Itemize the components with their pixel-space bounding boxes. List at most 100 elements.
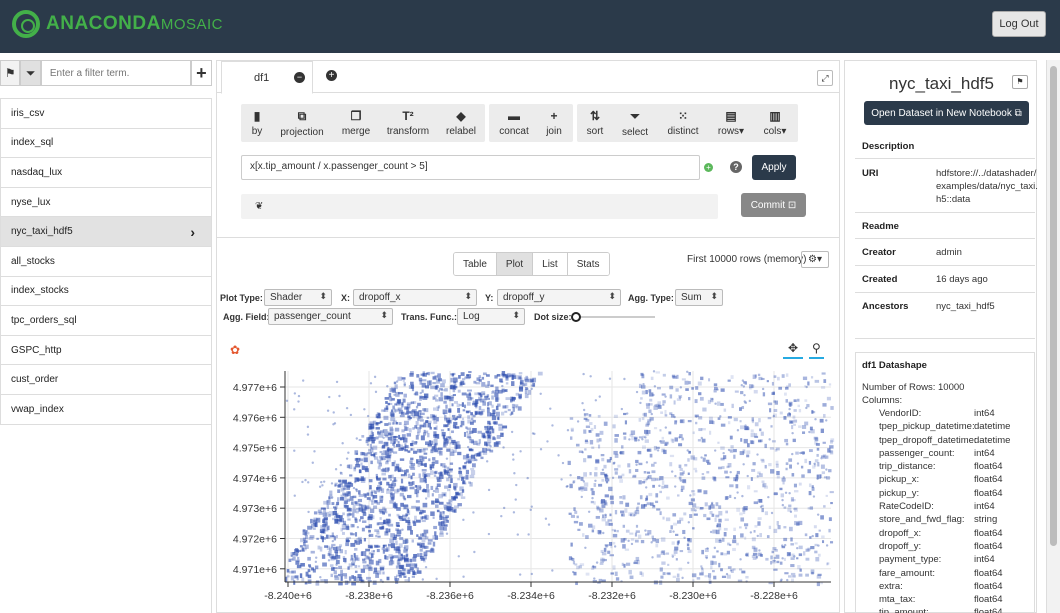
wheel-zoom-icon[interactable]: ⚲	[809, 341, 824, 359]
tab-plot[interactable]: Plot	[496, 253, 534, 275]
funnel-filter-button[interactable]: ⏷	[20, 60, 41, 86]
sidebar-item[interactable]: cust_order	[0, 365, 212, 395]
tab-df1[interactable]: df1 −	[221, 61, 313, 94]
flag-filter-button[interactable]: ⚑	[0, 60, 21, 86]
pan-tool-icon[interactable]: ✥	[783, 341, 804, 359]
x-select[interactable]: dropoff_x	[353, 289, 477, 306]
density-cell	[406, 407, 410, 412]
density-point	[315, 556, 318, 559]
sidebar-item[interactable]: nyc_taxi_hdf5 ›	[0, 217, 212, 247]
tab-table[interactable]: Table	[454, 253, 497, 275]
density-cell	[790, 557, 795, 560]
density-cell	[758, 418, 761, 423]
relabel-button[interactable]: ◆ relabel	[439, 104, 483, 142]
projection-button[interactable]: ⧉ projection	[275, 104, 329, 142]
trans-func-select[interactable]: Log	[457, 308, 525, 325]
density-point	[341, 442, 344, 445]
density-cell	[807, 381, 810, 386]
scrollbar-thumb[interactable]	[1050, 66, 1057, 546]
sidebar-item[interactable]: iris_csv	[0, 99, 212, 129]
select-button[interactable]: ⏷ select	[617, 104, 653, 142]
dataset-sidebar: ⚑ ⏷ + iris_csvindex_sqlnasdaq_luxnyse_lu…	[0, 60, 212, 613]
density-cell	[584, 448, 587, 451]
sidebar-item[interactable]: index_sql	[0, 128, 212, 159]
bokeh-logo-icon[interactable]: ✿	[230, 343, 240, 357]
density-cell	[701, 428, 706, 431]
merge-button[interactable]: ❐ merge	[335, 104, 377, 142]
density-cell	[381, 455, 386, 461]
anaconda-mosaic-logo[interactable]: ANACONDAMOSAIC	[12, 10, 223, 38]
density-point	[369, 382, 373, 385]
dot-size-slider[interactable]	[575, 316, 655, 318]
agg-field-select[interactable]: passenger_count	[268, 308, 393, 325]
detail-row-created: Created 16 days ago	[855, 266, 1035, 293]
density-cell	[660, 411, 664, 414]
density-point	[423, 480, 426, 483]
settings-dropdown[interactable]: ⚙▾	[801, 251, 829, 268]
projection-label: projection	[280, 126, 324, 138]
add-dataset-button[interactable]: +	[190, 60, 212, 86]
density-cell	[403, 393, 407, 398]
density-cell	[646, 429, 651, 434]
density-cell	[733, 417, 738, 422]
density-cell	[391, 560, 395, 565]
density-cell	[724, 518, 729, 522]
distinct-button[interactable]: ⁙ distinct	[661, 104, 705, 142]
density-cell	[641, 374, 645, 379]
rows-dropdown[interactable]: ▤ rows▾	[713, 104, 749, 142]
cols-dropdown[interactable]: ▥ cols▾	[757, 104, 793, 142]
density-cell	[829, 445, 834, 449]
commit-button[interactable]: Commit ⊡	[741, 193, 806, 217]
plot-type-select[interactable]: Shader	[264, 289, 332, 306]
page-scrollbar[interactable]	[1046, 60, 1060, 613]
filter-input[interactable]	[40, 60, 191, 86]
density-cell	[419, 424, 424, 428]
tab-stats[interactable]: Stats	[567, 253, 609, 275]
tab-list[interactable]: List	[533, 253, 568, 275]
sidebar-item[interactable]: GSPC_http	[0, 335, 212, 366]
dot-size-handle[interactable]	[571, 312, 581, 322]
density-cell	[796, 557, 799, 560]
density-cell	[378, 440, 383, 444]
density-cell	[466, 427, 472, 431]
density-cell	[797, 564, 801, 570]
expression-input[interactable]: x[x.tip_amount / x.passenger_count > 5]	[241, 155, 700, 180]
close-tab-icon[interactable]: −	[294, 72, 305, 83]
y-select[interactable]: dropoff_y	[497, 289, 621, 306]
column-name: pickup_y:	[879, 487, 920, 499]
density-cell	[301, 577, 305, 582]
agg-type-select[interactable]: Sum	[675, 289, 723, 306]
logout-button[interactable]: Log Out	[992, 11, 1046, 37]
density-cell	[664, 443, 668, 446]
density-cell	[685, 388, 689, 391]
density-cell	[815, 556, 820, 562]
density-cell	[374, 490, 377, 494]
join-button[interactable]: + join	[539, 104, 569, 142]
sidebar-item[interactable]: vwap_index	[0, 394, 212, 425]
density-point	[457, 555, 461, 558]
add-tab-icon[interactable]: +	[326, 70, 337, 81]
flag-icon[interactable]: ⚑	[1012, 75, 1028, 89]
density-cell	[420, 435, 425, 441]
shader-plot[interactable]: 4.977e+64.976e+64.975e+64.974e+64.973e+6…	[217, 359, 837, 613]
density-cell	[696, 577, 701, 580]
sort-button[interactable]: ⇅ sort	[579, 104, 611, 142]
leaf-icon[interactable]: ❦	[255, 201, 263, 212]
by-button[interactable]: ▮ by	[241, 104, 273, 142]
transform-button[interactable]: T² transform	[381, 104, 435, 142]
sidebar-item[interactable]: nyse_lux	[0, 187, 212, 218]
sidebar-item[interactable]: all_stocks	[0, 246, 212, 277]
expand-icon[interactable]: ⤢	[817, 70, 833, 86]
sidebar-item[interactable]: nasdaq_lux	[0, 158, 212, 188]
concat-button[interactable]: ▬ concat	[493, 104, 535, 142]
apply-button[interactable]: Apply	[752, 155, 796, 180]
sidebar-item[interactable]: tpc_orders_sql	[0, 306, 212, 336]
density-cell	[444, 504, 448, 508]
density-cell	[361, 527, 365, 532]
density-point	[443, 442, 446, 445]
density-cell	[427, 492, 430, 498]
sidebar-item[interactable]: index_stocks	[0, 276, 212, 307]
help-icon[interactable]: ?	[730, 161, 742, 173]
open-notebook-button[interactable]: Open Dataset in New Notebook ⧉	[864, 101, 1029, 125]
add-expression-icon[interactable]: +	[704, 163, 713, 172]
